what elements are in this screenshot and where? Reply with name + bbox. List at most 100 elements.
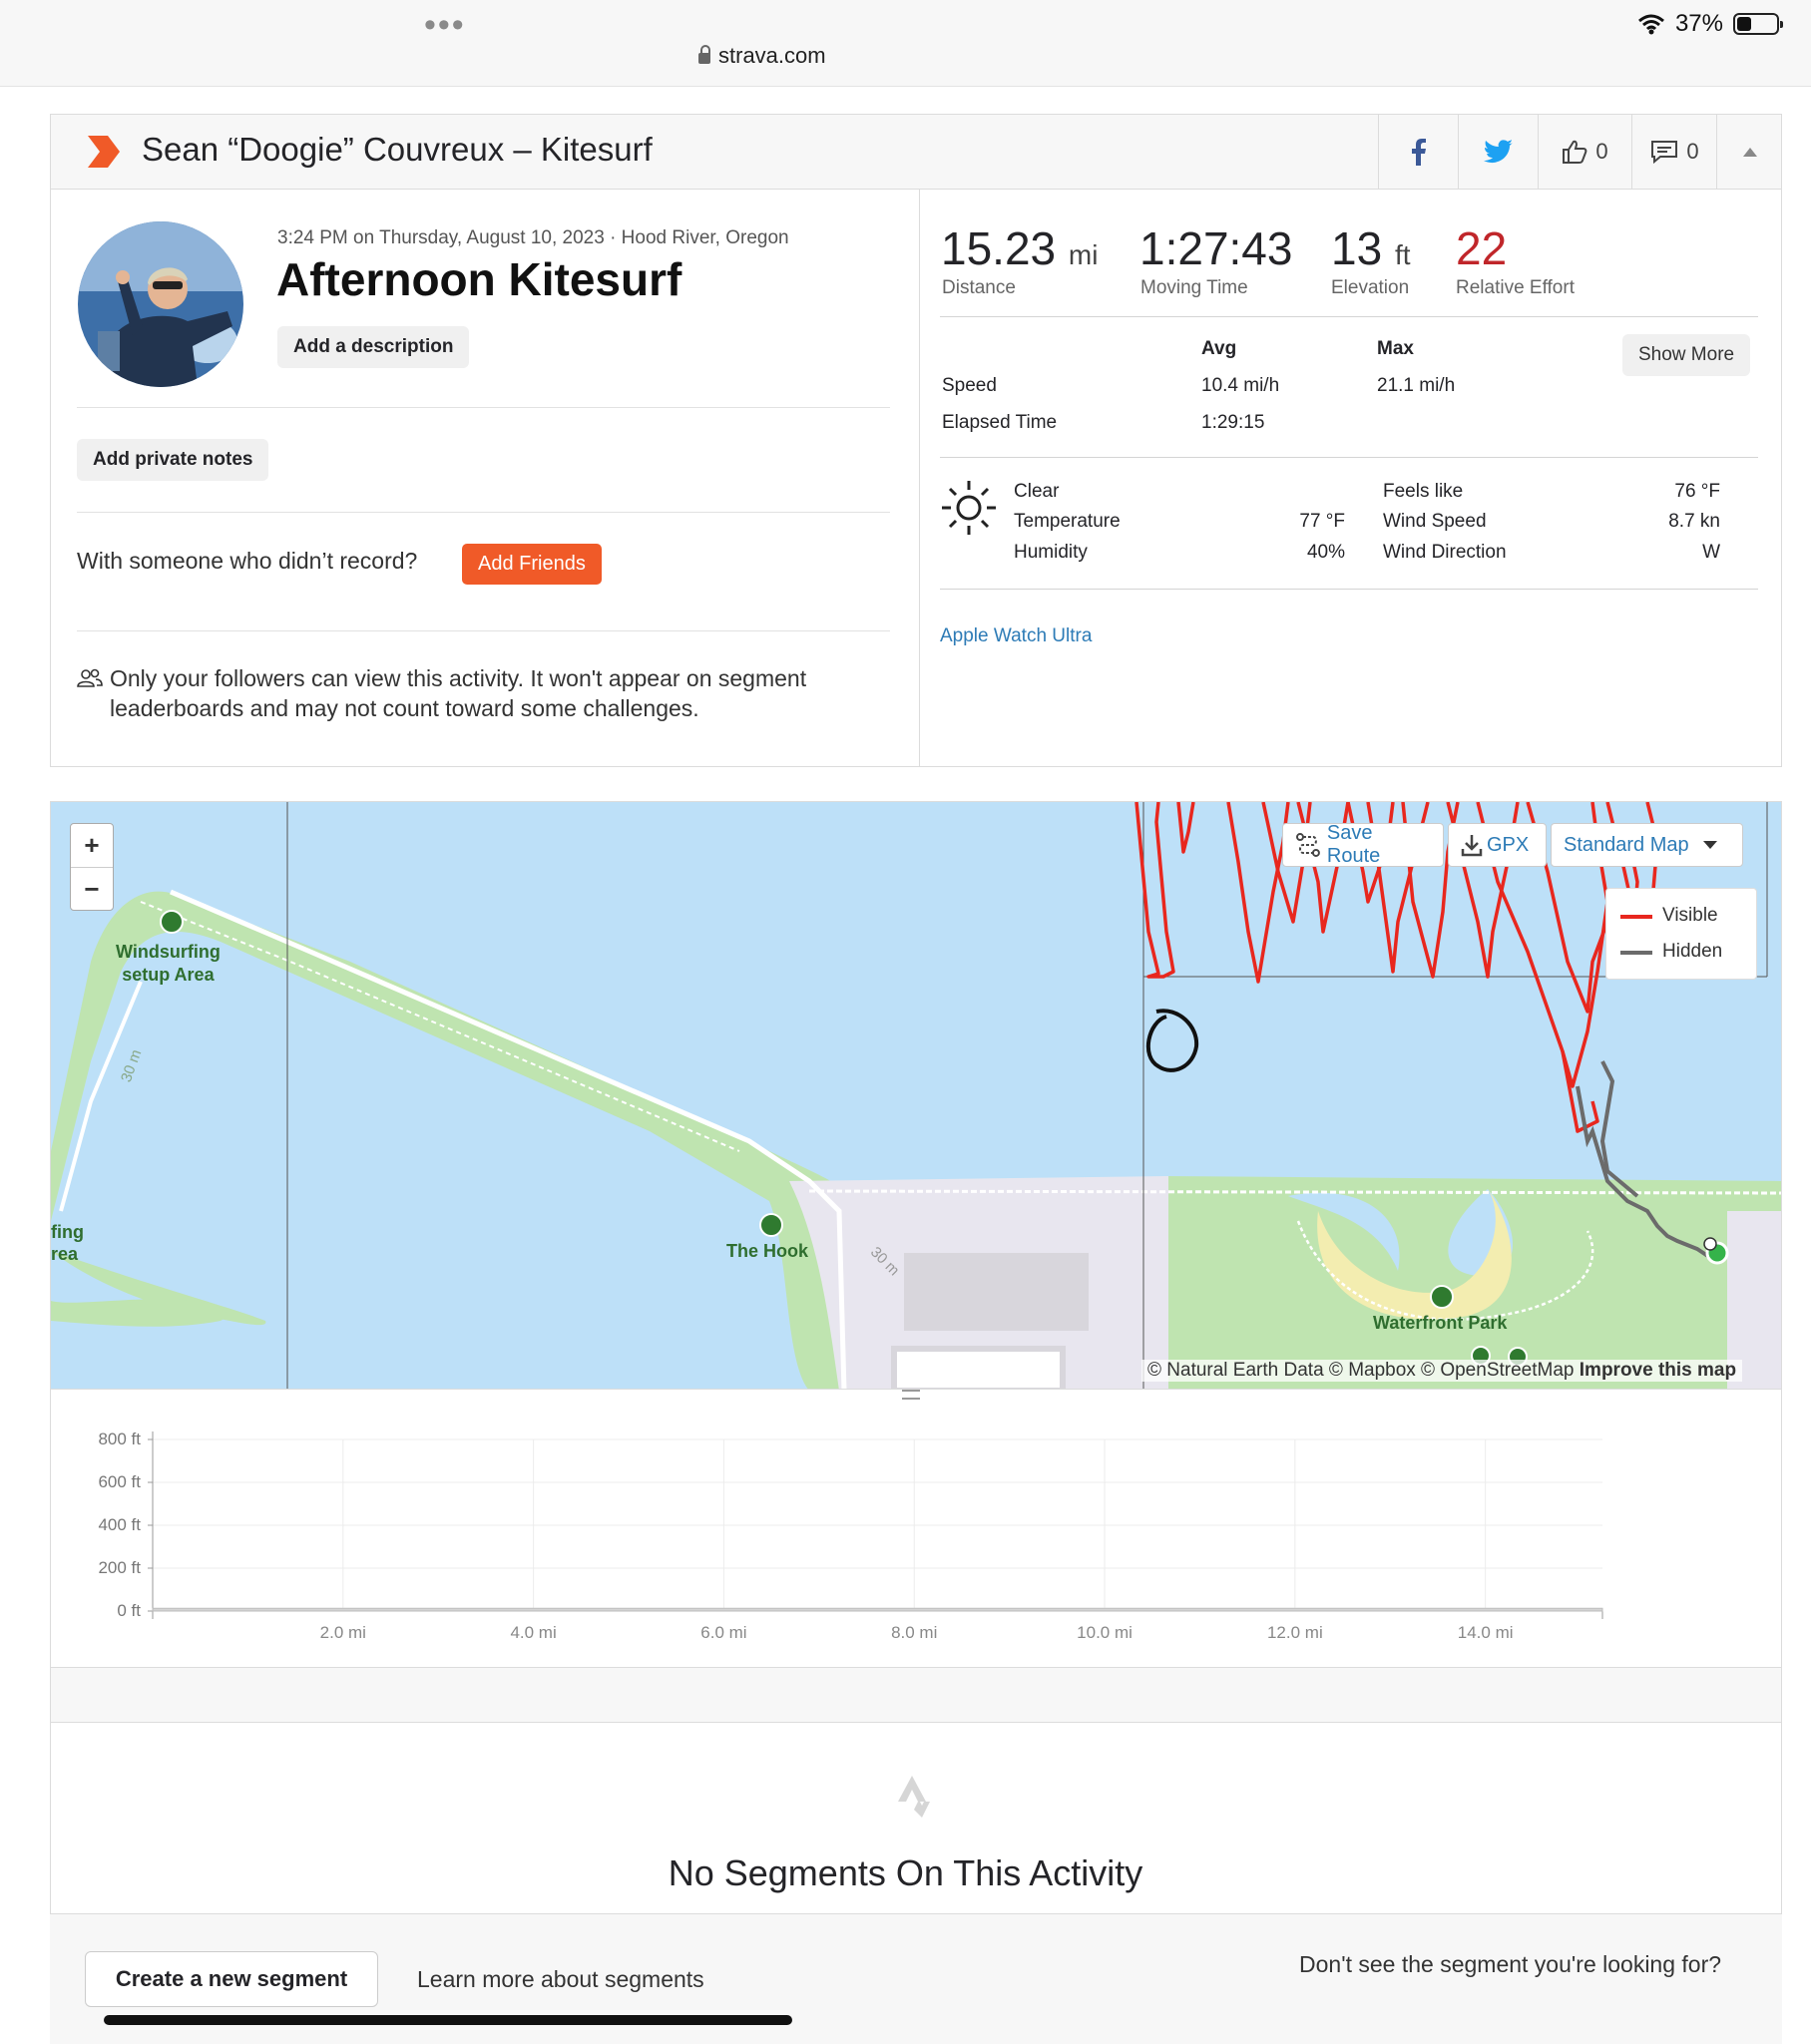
add-description-button[interactable]: Add a description <box>277 326 470 368</box>
relative-effort-label: Relative Effort <box>1456 277 1575 298</box>
gpx-label: GPX <box>1487 833 1530 856</box>
x-tick-label: 4.0 mi <box>510 1623 556 1642</box>
x-tick-label: 6.0 mi <box>700 1623 746 1642</box>
with-someone-text: With someone who didn’t record? <box>77 548 418 574</box>
elevation-value: 13 <box>1331 222 1383 274</box>
elapsed-time-value: 1:29:15 <box>1201 412 1265 433</box>
max-header: Max <box>1377 338 1414 359</box>
humidity-value: 40% <box>1306 542 1345 563</box>
speed-max: 21.1 mi/h <box>1377 375 1456 396</box>
distance-unit: mi <box>1068 239 1099 270</box>
map-style-dropdown[interactable]: Standard Map <box>1551 823 1743 867</box>
distance-stat: 15.23 mi <box>941 221 1098 275</box>
learn-more-link[interactable]: Learn more about segments <box>417 1966 704 1993</box>
waterfront-park-label: Waterfront Park <box>1373 1313 1508 1333</box>
wifi-icon <box>1637 14 1664 35</box>
home-indicator[interactable] <box>104 2015 792 2025</box>
y-tick-label: 600 ft <box>98 1472 141 1491</box>
relative-effort-value[interactable]: 22 <box>1456 221 1507 275</box>
distance-value: 15.23 <box>941 222 1057 274</box>
caret-up-icon <box>1742 148 1757 157</box>
distance-label: Distance <box>942 277 1016 298</box>
show-more-button[interactable]: Show More <box>1622 334 1751 376</box>
create-segment-button[interactable]: Create a new segment <box>85 1951 378 2007</box>
avatar-image <box>78 221 243 387</box>
route-icon <box>1295 833 1320 857</box>
twitter-share-button[interactable] <box>1458 114 1538 190</box>
elevation-label: Elevation <box>1331 277 1410 298</box>
section-spacer <box>50 1667 1782 1723</box>
strava-logo-icon <box>898 1776 930 1818</box>
save-route-label: Save Route <box>1326 822 1381 867</box>
windsurfing-label: Windsurfing setup Area <box>116 941 221 987</box>
tab-overflow-icon[interactable]: ••• <box>424 6 466 45</box>
partial-label: fing rea <box>51 1221 84 1265</box>
lock-icon <box>698 44 710 64</box>
activity-title: Afternoon Kitesurf <box>276 253 682 305</box>
humidity-label: Humidity <box>1014 542 1088 563</box>
address-bar[interactable]: strava.com <box>698 43 826 69</box>
privacy-notice: Only your followers can view this activi… <box>110 665 807 721</box>
x-tick-label: 14.0 mi <box>1458 1623 1514 1642</box>
elevation-chart[interactable]: 800 ft 600 ft 400 ft 200 ft 0 ft 2.0 mi 4.0 mi… <box>50 1390 1782 1667</box>
y-tick-label: 200 ft <box>98 1558 141 1577</box>
hidden-swatch <box>1620 951 1652 955</box>
kudos-button[interactable]: 0 <box>1538 114 1631 190</box>
device-link[interactable]: Apple Watch Ultra <box>940 625 1092 647</box>
y-tick-label: 400 ft <box>98 1515 141 1534</box>
windsurfing-label-line2: setup Area <box>122 965 215 985</box>
divider <box>77 630 890 631</box>
wind-direction-value: W <box>1702 542 1720 563</box>
avatar[interactable] <box>78 221 243 387</box>
sun-icon <box>942 481 996 535</box>
battery-icon <box>1733 13 1783 35</box>
divider <box>940 589 1758 590</box>
zoom-out-button[interactable]: − <box>71 868 113 911</box>
facebook-icon <box>1411 139 1426 166</box>
x-tick-label: 2.0 mi <box>320 1623 366 1642</box>
partial-label-line2: rea <box>51 1244 79 1264</box>
x-tick-label: 8.0 mi <box>891 1623 937 1642</box>
attribution-text[interactable]: © Natural Earth Data © Mapbox © OpenStre… <box>1147 1360 1574 1381</box>
route-legend: Visible Hidden <box>1605 888 1757 980</box>
column-divider <box>919 190 920 767</box>
status-bar: 37% <box>1637 10 1783 38</box>
improve-map-link[interactable]: Improve this map <box>1580 1360 1736 1381</box>
comments-button[interactable]: 0 <box>1631 114 1717 190</box>
collapse-button[interactable] <box>1716 114 1782 190</box>
map[interactable] <box>50 801 1782 1390</box>
zoom-control: + − <box>70 823 114 911</box>
divider <box>940 316 1758 317</box>
browser-bar <box>0 0 1811 87</box>
thumbs-up-icon <box>1563 140 1587 164</box>
divider <box>77 407 890 408</box>
speed-label: Speed <box>942 375 997 396</box>
dont-see-segment-text: Don't see the segment you're looking for… <box>1299 1951 1722 1977</box>
save-route-button[interactable]: Save Route <box>1282 822 1444 867</box>
comment-icon <box>1651 141 1678 164</box>
sport-chevron-icon <box>88 136 120 168</box>
facebook-share-button[interactable] <box>1378 114 1458 190</box>
add-private-notes-button[interactable]: Add private notes <box>77 439 269 481</box>
download-icon <box>1461 835 1483 857</box>
temperature-label: Temperature <box>1014 511 1121 532</box>
weather-condition: Clear <box>1014 481 1060 502</box>
wind-direction-label: Wind Direction <box>1383 542 1507 563</box>
divider <box>940 457 1758 458</box>
the-hook-label: The Hook <box>726 1241 809 1261</box>
elevation-stat: 13 ft <box>1331 221 1411 275</box>
map-attribution: © Natural Earth Data © Mapbox © OpenStre… <box>1141 1360 1743 1382</box>
hidden-label: Hidden <box>1662 941 1723 962</box>
visible-swatch <box>1620 915 1652 919</box>
followers-icon <box>77 668 103 687</box>
url-text: strava.com <box>718 43 826 68</box>
zoom-in-button[interactable]: + <box>71 824 113 868</box>
header-title: Sean “Doogie” Couvreux – Kitesurf <box>142 131 653 168</box>
add-friends-button[interactable]: Add Friends <box>462 544 602 585</box>
divider <box>77 512 890 513</box>
y-tick-label: 0 ft <box>117 1601 141 1620</box>
gpx-button[interactable]: GPX <box>1448 823 1547 867</box>
map-canvas[interactable] <box>51 802 1782 1390</box>
visible-label: Visible <box>1662 905 1718 926</box>
partial-label-line1: fing <box>51 1222 84 1242</box>
